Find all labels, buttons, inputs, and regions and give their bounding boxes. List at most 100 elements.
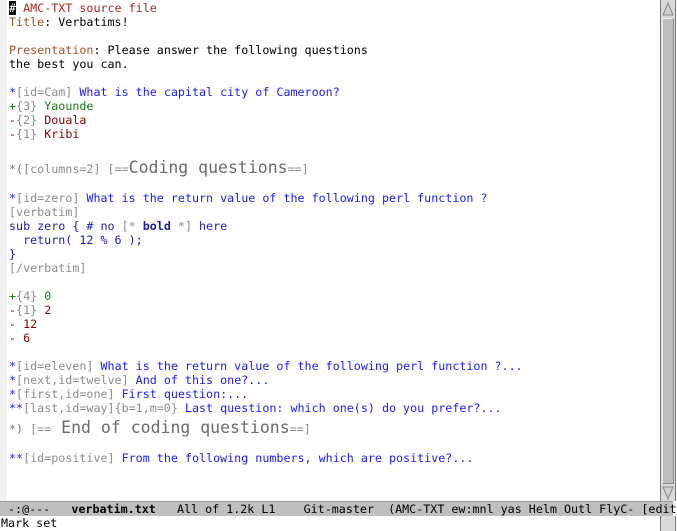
text-segment: * xyxy=(9,85,17,99)
text-segment: Last question: which one(s) do you prefe… xyxy=(177,401,502,415)
text-segment: sub zero { # no xyxy=(9,219,122,233)
text-segment: Douala xyxy=(37,113,87,127)
scrollbar-thumb[interactable] xyxy=(662,18,674,484)
minibuffer-scrollbar xyxy=(660,516,676,531)
left-fringe xyxy=(0,0,7,501)
text-segment: {4} xyxy=(16,289,38,303)
section-heading-line: *([columns=2] [==Coding questions==] xyxy=(9,158,657,177)
text-segment: ** xyxy=(9,401,24,415)
text-segment: [next,id=twelve] xyxy=(16,373,129,387)
buffer-line xyxy=(9,29,657,43)
text-segment: - xyxy=(9,127,17,141)
section-heading-line: *) [== End of coding questions==] xyxy=(9,418,657,437)
text-segment: 0 xyxy=(37,289,52,303)
text-segment: - xyxy=(9,303,17,317)
buffer-line: **[id=positive] From the following numbe… xyxy=(9,451,657,465)
text-segment: End of coding questions xyxy=(51,418,290,437)
text-segment: here xyxy=(191,219,228,233)
text-segment: [first,id=one] xyxy=(16,387,115,401)
buffer-line: -{1} Kribi xyxy=(9,127,657,141)
text-segment: + xyxy=(9,99,17,113)
text-segment: : Please answer the following questions xyxy=(93,43,368,57)
text-segment: {1} xyxy=(16,303,38,317)
text-segment: [id=zero] xyxy=(16,191,80,205)
buffer-line xyxy=(9,437,657,451)
scroll-down-arrow-icon[interactable] xyxy=(662,486,674,500)
text-segment: {3} xyxy=(16,99,38,113)
text-segment: What is the capital city of Cameroon? xyxy=(72,85,340,99)
text-segment: Presentation xyxy=(9,43,94,57)
text-segment: 12 xyxy=(16,317,38,331)
text-segment: bold xyxy=(135,219,178,233)
text-segment: [id=positive] xyxy=(23,451,115,465)
buffer-line: Title: Verbatims! xyxy=(9,15,657,29)
buffer-line: *[id=Cam] What is the capital city of Ca… xyxy=(9,85,657,99)
text-segment: + xyxy=(9,289,17,303)
text-segment: [== xyxy=(100,162,129,176)
buffer-line: +{3} Yaounde xyxy=(9,99,657,113)
text-segment: ==] xyxy=(287,162,309,176)
buffer-line: - 12 xyxy=(9,317,657,331)
text-segment: Yaounde xyxy=(37,99,94,113)
modeline-position: All of 1.2k L1 xyxy=(176,502,276,516)
text-segment: *( xyxy=(9,162,24,176)
buffer-line: **[last,id=way]{b=1,m=0} Last question: … xyxy=(9,401,657,415)
text-segment: 6 xyxy=(16,331,31,345)
text-segment: [columns=2] xyxy=(23,162,101,176)
text-segment: {2} xyxy=(16,113,38,127)
buffer-line: -{1} 2 xyxy=(9,303,657,317)
scroll-up-arrow-icon[interactable] xyxy=(662,2,674,16)
vertical-scrollbar[interactable] xyxy=(660,0,676,501)
mode-line: -:@--- verbatim.txt All of 1.2k L1 Git-m… xyxy=(0,501,677,516)
buffer-line xyxy=(9,345,657,359)
modeline-status: -:@--- xyxy=(8,502,51,516)
text-segment: [verbatim] xyxy=(9,205,80,219)
text-segment: *) xyxy=(9,422,24,436)
buffer-line: - 6 xyxy=(9,331,657,345)
text-segment: : Verbatims! xyxy=(44,15,129,29)
buffer-line: return( 12 % 6 ); xyxy=(9,233,657,247)
buffer-line: *[id=zero] What is the return value of t… xyxy=(9,191,657,205)
modeline-vc[interactable]: Git-master xyxy=(304,502,374,516)
text-segment: * xyxy=(9,359,17,373)
text-segment: AMC-TXT source file xyxy=(16,1,157,15)
buffer-line: Presentation: Please answer the followin… xyxy=(9,43,657,57)
echo-area: Mark set xyxy=(1,516,58,530)
buffer-line: -{2} Douala xyxy=(9,113,657,127)
text-segment: 2 xyxy=(37,303,52,317)
text-segment: - xyxy=(9,331,17,345)
text-cursor: # xyxy=(9,1,17,15)
text-segment: [id=Cam] xyxy=(16,85,73,99)
buffer-line: sub zero { # no [* bold *] here xyxy=(9,219,657,233)
text-segment: *] xyxy=(177,219,192,233)
text-segment: Kribi xyxy=(37,127,80,141)
text-segment: ==] xyxy=(289,422,311,436)
text-segment: the best you can. xyxy=(9,57,129,71)
text-segment: [== xyxy=(23,422,52,436)
buffer-line: the best you can. xyxy=(9,57,657,71)
buffer-line: } xyxy=(9,247,657,261)
text-segment: - xyxy=(9,317,17,331)
text-segment: * xyxy=(9,191,17,205)
modeline-modes[interactable]: (AMC-TXT ew:mnl yas Helm Outl FlyC- [edi… xyxy=(388,502,677,516)
buffer-line: [verbatim] xyxy=(9,205,657,219)
text-segment: * xyxy=(9,387,17,401)
modeline-buffer-name[interactable]: verbatim.txt xyxy=(71,502,155,516)
text-segment: ** xyxy=(9,451,24,465)
text-segment: [* xyxy=(121,219,136,233)
text-segment: {1} xyxy=(16,127,38,141)
buffer-line: [/verbatim] xyxy=(9,261,657,275)
buffer-line: # AMC-TXT source file xyxy=(9,1,657,15)
text-segment: [/verbatim] xyxy=(9,261,87,275)
buffer-line: *[first,id=one] First question:... xyxy=(9,387,657,401)
buffer-line: *[next,id=twelve] And of this one?... xyxy=(9,373,657,387)
text-segment: What is the return value of the followin… xyxy=(79,191,488,205)
text-segment: Coding questions xyxy=(128,158,288,177)
editor-buffer[interactable]: # AMC-TXT source file Title: Verbatims! P… xyxy=(9,1,657,501)
buffer-line xyxy=(9,177,657,191)
buffer-line: *[id=eleven] What is the return value of… xyxy=(9,359,657,373)
text-segment: [last,id=way]{b=1,m=0} xyxy=(23,401,178,415)
text-segment: First question:... xyxy=(114,387,249,401)
buffer-line xyxy=(9,275,657,289)
text-segment: What is the return value of the followin… xyxy=(93,359,523,373)
